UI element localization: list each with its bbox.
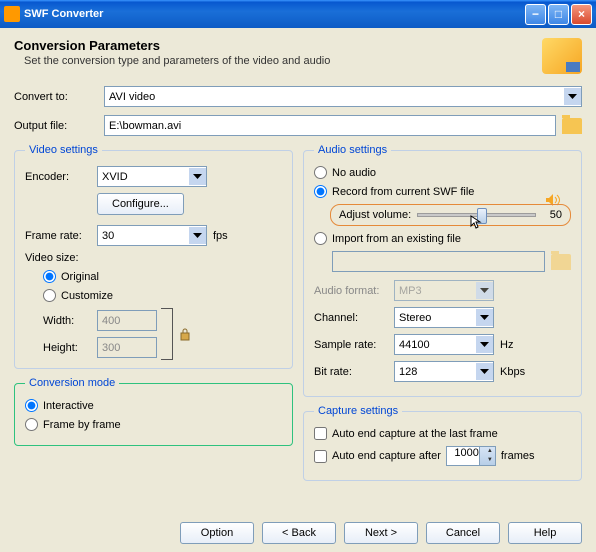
width-label: Width: (43, 315, 97, 327)
cancel-button[interactable]: Cancel (426, 522, 500, 544)
close-button[interactable]: × (571, 4, 592, 25)
original-radio[interactable] (43, 270, 56, 283)
framerate-dropdown[interactable]: 30 (97, 225, 207, 246)
browse-folder-icon[interactable] (562, 118, 582, 134)
auto-end-after-label: Auto end capture after (332, 450, 441, 462)
video-size-label: Video size: (25, 252, 282, 264)
adjust-volume-label: Adjust volume: (339, 209, 411, 221)
configure-button[interactable]: Configure... (97, 193, 184, 215)
output-file-label: Output file: (14, 120, 104, 132)
title-bar: SWF Converter − □ × (0, 0, 596, 28)
app-icon (4, 6, 20, 22)
convert-to-dropdown[interactable]: AVI video (104, 86, 582, 107)
height-input (97, 337, 157, 358)
record-label: Record from current SWF file (332, 186, 474, 198)
lock-icon[interactable] (179, 327, 191, 341)
audio-settings-legend: Audio settings (314, 144, 391, 156)
kbps-label: Kbps (500, 366, 525, 378)
channel-dropdown[interactable]: Stereo (394, 307, 494, 328)
minimize-button[interactable]: − (525, 4, 546, 25)
button-bar: Option < Back Next > Cancel Help (180, 522, 582, 544)
volume-value: 50 (542, 209, 562, 221)
bitrate-label: Bit rate: (314, 366, 394, 378)
sample-rate-dropdown[interactable]: 44100 (394, 334, 494, 355)
page-title: Conversion Parameters (14, 38, 542, 53)
auto-end-last-checkbox[interactable] (314, 427, 327, 440)
import-file-input (332, 251, 545, 272)
video-settings-group: Video settings Encoder: XVID Configure..… (14, 144, 293, 369)
page-header: Conversion Parameters Set the conversion… (14, 38, 582, 74)
no-audio-radio[interactable] (314, 166, 327, 179)
record-radio[interactable] (314, 185, 327, 198)
video-settings-legend: Video settings (25, 144, 102, 156)
capture-settings-group: Capture settings Auto end capture at the… (303, 405, 582, 481)
next-button[interactable]: Next > (344, 522, 418, 544)
audio-settings-group: Audio settings No audio Record from curr… (303, 144, 582, 397)
option-button[interactable]: Option (180, 522, 254, 544)
maximize-button[interactable]: □ (548, 4, 569, 25)
original-label: Original (61, 271, 99, 283)
bitrate-dropdown[interactable]: 128 (394, 361, 494, 382)
hz-label: Hz (500, 339, 513, 351)
height-label: Height: (43, 342, 97, 354)
interactive-label: Interactive (43, 400, 94, 412)
header-icon (542, 38, 582, 74)
conversion-mode-group: Conversion mode Interactive Frame by fra… (14, 377, 293, 446)
customize-radio[interactable] (43, 289, 56, 302)
encoder-dropdown[interactable]: XVID (97, 166, 207, 187)
frame-by-frame-label: Frame by frame (43, 419, 121, 431)
encoder-label: Encoder: (25, 171, 97, 183)
volume-box: Adjust volume: 50 (330, 204, 571, 226)
framerate-label: Frame rate: (25, 230, 97, 242)
channel-label: Channel: (314, 312, 394, 324)
auto-end-last-label: Auto end capture at the last frame (332, 428, 498, 440)
volume-thumb[interactable] (477, 208, 487, 224)
fps-label: fps (213, 230, 228, 242)
import-label: Import from an existing file (332, 233, 461, 245)
frame-by-frame-radio[interactable] (25, 418, 38, 431)
output-file-input[interactable] (104, 115, 556, 136)
customize-label: Customize (61, 290, 113, 302)
back-button[interactable]: < Back (262, 522, 336, 544)
convert-to-label: Convert to: (14, 91, 104, 103)
no-audio-label: No audio (332, 167, 376, 179)
frames-spinner[interactable]: 1000 (446, 446, 496, 466)
audio-format-dropdown: MP3 (394, 280, 494, 301)
page-subtitle: Set the conversion type and parameters o… (24, 55, 542, 67)
conversion-mode-legend: Conversion mode (25, 377, 119, 389)
auto-end-after-checkbox[interactable] (314, 450, 327, 463)
window-title: SWF Converter (24, 8, 103, 20)
frames-label: frames (501, 450, 535, 462)
width-input (97, 310, 157, 331)
import-browse-icon (551, 254, 571, 270)
help-button[interactable]: Help (508, 522, 582, 544)
audio-format-label: Audio format: (314, 285, 394, 297)
aspect-bracket (161, 308, 173, 360)
import-radio[interactable] (314, 232, 327, 245)
interactive-radio[interactable] (25, 399, 38, 412)
volume-slider[interactable] (417, 213, 536, 217)
capture-settings-legend: Capture settings (314, 405, 402, 417)
sample-rate-label: Sample rate: (314, 339, 394, 351)
